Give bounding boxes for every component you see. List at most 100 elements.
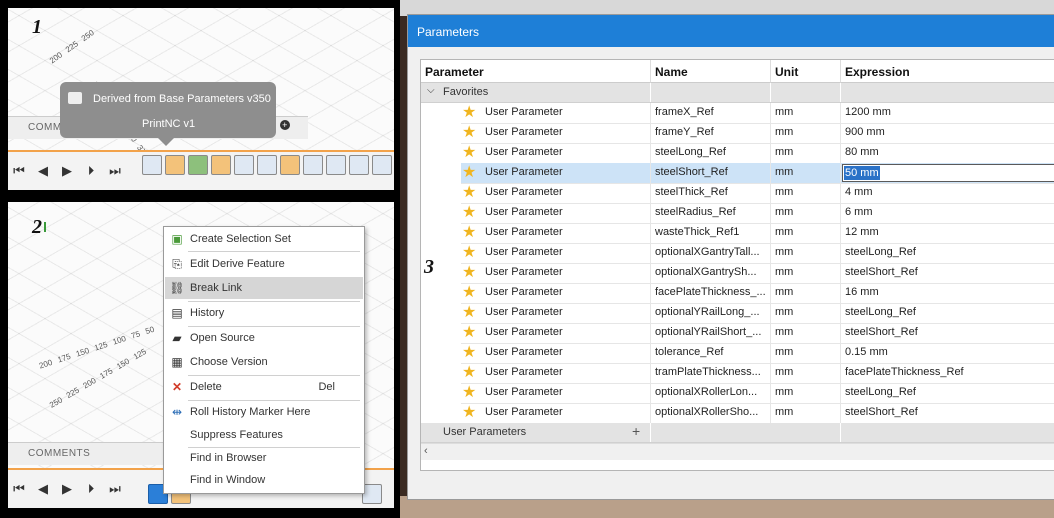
menu-item-create-selection-set[interactable]: ▣ Create Selection Set <box>165 228 363 250</box>
parameter-name-cell[interactable]: optionalXGantryTall... <box>651 243 771 264</box>
parameter-type-cell[interactable]: ★ User Parameter <box>461 203 651 224</box>
parameter-expression-cell[interactable]: 12 mm <box>841 223 1054 244</box>
user-parameters-group-row[interactable]: User Parameters + <box>421 423 1054 443</box>
parameter-name-cell[interactable]: steelLong_Ref <box>651 143 771 164</box>
fillet-feature-icon[interactable] <box>326 155 346 175</box>
parameter-expression-cell[interactable]: steelLong_Ref <box>841 243 1054 264</box>
parameter-type-cell[interactable]: ★ User Parameter <box>461 283 651 304</box>
table-row[interactable]: ★ User Parameter steelRadius_Ref mm 6 mm <box>421 203 1054 224</box>
parameter-name-cell[interactable]: steelShort_Ref <box>651 163 771 184</box>
sketch-feature-icon[interactable] <box>165 155 185 175</box>
table-row[interactable]: ★ User Parameter facePlateThickness_... mm 1… <box>421 283 1054 304</box>
parameter-type-cell[interactable]: ★ User Parameter <box>461 143 651 164</box>
body-feature-icon[interactable] <box>372 155 392 175</box>
column-header-name[interactable]: Name <box>651 60 771 83</box>
parameter-unit-cell[interactable]: mm <box>771 323 841 344</box>
menu-item-choose-version[interactable]: ▦ Choose Version <box>165 351 363 373</box>
menu-item-delete[interactable]: ✕ Delete Del <box>165 376 363 398</box>
play-icon[interactable]: ▶ <box>60 163 74 178</box>
parameter-expression-cell[interactable]: 0.15 mm <box>841 343 1054 364</box>
table-row[interactable]: ★ User Parameter optionalXGantrySh... mm ste… <box>421 263 1054 284</box>
table-row[interactable]: ★ User Parameter wasteThick_Ref1 mm 12 mm <box>421 223 1054 244</box>
comments-bar[interactable]: COMMENTS <box>8 442 168 465</box>
parameter-name-cell[interactable]: steelRadius_Ref <box>651 203 771 224</box>
parameter-unit-cell[interactable]: mm <box>771 183 841 204</box>
parameter-expression-cell[interactable]: steelShort_Ref <box>841 323 1054 344</box>
parameter-type-cell[interactable]: ★ User Parameter <box>461 363 651 384</box>
derive-feature-icon[interactable] <box>142 155 162 175</box>
favorite-star-icon[interactable]: ★ <box>462 304 476 321</box>
parameter-type-cell[interactable]: ★ User Parameter <box>461 263 651 284</box>
parameter-name-cell[interactable]: facePlateThickness_... <box>651 283 771 304</box>
menu-item-find-in-browser[interactable]: Find in Browser <box>165 447 363 469</box>
menu-item-history[interactable]: ▤ History <box>165 302 363 324</box>
parameter-unit-cell[interactable]: mm <box>771 243 841 264</box>
favorite-star-icon[interactable]: ★ <box>462 184 476 201</box>
table-row[interactable]: ★ User Parameter steelShort_Ref mm 50 mm <box>421 163 1054 184</box>
parameter-expression-cell[interactable]: steelShort_Ref <box>841 403 1054 424</box>
sketch-feature-icon[interactable] <box>211 155 231 175</box>
parameter-unit-cell[interactable]: mm <box>771 363 841 384</box>
parameter-type-cell[interactable]: ★ User Parameter <box>461 123 651 144</box>
parameter-type-cell[interactable]: ★ User Parameter <box>461 183 651 204</box>
favorite-star-icon[interactable]: ★ <box>462 124 476 141</box>
table-row[interactable]: ★ User Parameter steelThick_Ref mm 4 mm <box>421 183 1054 204</box>
favorite-star-icon[interactable]: ★ <box>462 244 476 261</box>
table-row[interactable]: ★ User Parameter steelLong_Ref mm 80 mm <box>421 143 1054 164</box>
favorite-star-icon[interactable]: ★ <box>462 144 476 161</box>
parameter-unit-cell[interactable]: mm <box>771 383 841 404</box>
horizontal-scrollbar[interactable]: ‹ <box>421 443 1054 460</box>
step-forward-icon[interactable]: ⏵ <box>84 481 98 496</box>
parameter-expression-cell[interactable]: 16 mm <box>841 283 1054 304</box>
parameter-unit-cell[interactable]: mm <box>771 123 841 144</box>
parameter-type-cell[interactable]: ★ User Parameter <box>461 163 651 184</box>
add-comment-icon[interactable]: + <box>280 120 290 130</box>
favorite-star-icon[interactable]: ★ <box>462 384 476 401</box>
parameter-name-cell[interactable]: tolerance_Ref <box>651 343 771 364</box>
parameter-unit-cell[interactable]: mm <box>771 403 841 424</box>
parameter-name-cell[interactable]: steelThick_Ref <box>651 183 771 204</box>
parameter-type-cell[interactable]: ★ User Parameter <box>461 343 651 364</box>
parameter-expression-cell[interactable]: steelLong_Ref <box>841 383 1054 404</box>
parameter-unit-cell[interactable]: mm <box>771 163 841 184</box>
menu-item-edit-derive-feature[interactable]: ⎘ Edit Derive Feature <box>165 253 363 275</box>
table-row[interactable]: ★ User Parameter tolerance_Ref mm 0.15 mm <box>421 343 1054 364</box>
favorite-star-icon[interactable]: ★ <box>462 344 476 361</box>
parameter-name-cell[interactable]: optionalXRollerSho... <box>651 403 771 424</box>
parameter-expression-cell[interactable]: steelShort_Ref <box>841 263 1054 284</box>
go-to-end-icon[interactable]: ⏭ <box>108 481 122 496</box>
menu-item-suppress-features[interactable]: Suppress Features <box>165 424 363 446</box>
parameter-type-cell[interactable]: ★ User Parameter <box>461 223 651 244</box>
column-header-parameter[interactable]: Parameter <box>421 60 651 83</box>
table-row[interactable]: ★ User Parameter optionalXRollerSho... mm st… <box>421 403 1054 424</box>
parameter-unit-cell[interactable]: mm <box>771 143 841 164</box>
go-to-end-icon[interactable]: ⏭ <box>108 163 122 178</box>
extrude-feature-icon[interactable] <box>188 155 208 175</box>
dialog-title-bar[interactable]: Parameters <box>408 15 1054 47</box>
table-row[interactable]: ★ User Parameter tramPlateThickness... mm fa… <box>421 363 1054 384</box>
parameter-unit-cell[interactable]: mm <box>771 263 841 284</box>
favorite-star-icon[interactable]: ★ <box>462 264 476 281</box>
parameter-expression-cell[interactable]: 900 mm <box>841 123 1054 144</box>
sketch-feature-icon[interactable] <box>280 155 300 175</box>
step-back-icon[interactable]: ◀ <box>36 163 50 178</box>
column-header-expression[interactable]: Expression <box>841 60 1054 83</box>
parameter-name-cell[interactable]: optionalYRailShort_... <box>651 323 771 344</box>
table-row[interactable]: ★ User Parameter optionalXRollerLon... mm st… <box>421 383 1054 404</box>
favorite-star-icon[interactable]: ★ <box>462 324 476 341</box>
add-parameter-icon[interactable]: + <box>632 423 640 439</box>
favorite-star-icon[interactable]: ★ <box>462 224 476 241</box>
favorite-star-icon[interactable]: ★ <box>462 164 476 181</box>
menu-item-find-in-window[interactable]: Find in Window <box>165 469 363 491</box>
parameter-name-cell[interactable]: frameY_Ref <box>651 123 771 144</box>
favorite-star-icon[interactable]: ★ <box>462 284 476 301</box>
table-row[interactable]: ★ User Parameter optionalYRailShort_... mm s… <box>421 323 1054 344</box>
parameter-expression-cell[interactable]: steelLong_Ref <box>841 303 1054 324</box>
body-feature-icon[interactable] <box>362 484 382 504</box>
parameter-name-cell[interactable]: optionalYRailLong_... <box>651 303 771 324</box>
favorite-star-icon[interactable]: ★ <box>462 104 476 121</box>
menu-item-open-source[interactable]: ▰ Open Source <box>165 327 363 349</box>
parameter-expression-cell[interactable]: 4 mm <box>841 183 1054 204</box>
body-feature-icon[interactable] <box>303 155 323 175</box>
table-row[interactable]: ★ User Parameter optionalYRailLong_... mm st… <box>421 303 1054 324</box>
